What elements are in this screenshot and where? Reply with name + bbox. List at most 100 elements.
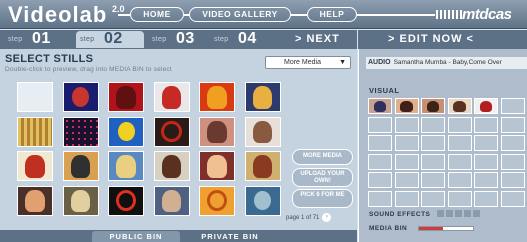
still-thumbnail[interactable] (199, 82, 235, 112)
still-thumbnail[interactable] (244, 82, 281, 112)
visual-slot[interactable] (474, 135, 498, 152)
still-thumbnail[interactable] (153, 82, 190, 112)
visual-slot[interactable] (447, 135, 472, 152)
audio-track-field[interactable]: AUDIO Samantha Mumba - Baby,Come Over (366, 57, 527, 69)
visual-slot[interactable] (421, 135, 445, 152)
visual-slot[interactable] (500, 191, 525, 207)
thumbnail-image (206, 189, 228, 212)
media-dropdown[interactable]: More Media ▼ (265, 56, 351, 69)
still-thumbnail[interactable] (108, 116, 144, 147)
nav-divider (118, 14, 130, 16)
visual-slot[interactable] (474, 98, 498, 114)
visual-slot[interactable] (368, 98, 392, 114)
more-media-button[interactable]: MORE MEDIA (292, 149, 353, 165)
next-button[interactable]: > NEXT (295, 33, 340, 45)
thumbnail-image (400, 100, 413, 112)
visual-slot[interactable] (474, 153, 498, 170)
thumbnail-image (18, 117, 52, 146)
visual-slot[interactable] (500, 116, 525, 133)
sound-effect-slot[interactable] (455, 210, 462, 217)
thumbnail-image (252, 155, 272, 178)
visual-slot[interactable] (368, 116, 392, 133)
upload-your-own-button[interactable]: UPLOAD YOUR OWN! (292, 168, 353, 187)
still-thumbnail[interactable] (62, 185, 99, 216)
visual-slot[interactable] (368, 153, 392, 170)
thumbnail-image (63, 117, 98, 146)
still-thumbnail[interactable] (153, 116, 190, 147)
visual-slot[interactable] (394, 153, 419, 170)
visual-slot[interactable] (500, 135, 525, 152)
visual-slot[interactable] (394, 98, 419, 114)
visual-slot[interactable] (447, 116, 472, 133)
visual-slot[interactable] (421, 172, 445, 189)
visual-slot[interactable] (500, 153, 525, 170)
step-04-tab[interactable]: step 04 (210, 30, 278, 48)
private-bin-tab[interactable]: PRIVATE BIN (185, 231, 275, 242)
thumbnail-image (70, 189, 90, 213)
still-thumbnail[interactable] (108, 82, 144, 112)
visual-slot[interactable] (500, 172, 525, 189)
still-thumbnail[interactable] (153, 151, 190, 181)
visual-slot[interactable] (368, 191, 392, 207)
visual-slot[interactable] (421, 191, 445, 207)
still-thumbnail[interactable] (244, 185, 281, 216)
sound-effect-slot[interactable] (446, 210, 453, 217)
visual-slot[interactable] (447, 98, 472, 114)
visual-slot[interactable] (447, 153, 472, 170)
nav-help-button[interactable]: HELP (307, 7, 357, 22)
still-thumbnail[interactable] (244, 116, 281, 147)
nav-divider (357, 14, 435, 16)
still-thumbnail[interactable] (108, 185, 144, 216)
pick-6-for-me-button[interactable]: PICK 6 FOR ME (292, 189, 353, 208)
next-page-icon[interactable]: › (322, 213, 332, 222)
visual-slot[interactable] (447, 191, 472, 207)
visual-slot[interactable] (368, 135, 392, 152)
visual-slot[interactable] (447, 172, 472, 189)
sound-effect-slot[interactable] (473, 210, 480, 217)
public-bin-tab[interactable]: PUBLIC BIN (92, 231, 180, 242)
still-thumbnail[interactable] (199, 185, 235, 216)
media-bin-progress-fill (419, 227, 444, 230)
still-thumbnail[interactable] (108, 151, 144, 181)
sound-effect-slot[interactable] (437, 210, 444, 217)
step-02-tab[interactable]: step 02 (76, 30, 144, 48)
nav-video-gallery-button[interactable]: VIDEO GALLERY (189, 7, 291, 22)
still-thumbnail[interactable] (17, 151, 53, 181)
sound-effect-slot[interactable] (464, 210, 471, 217)
nav-home-button[interactable]: HOME (130, 7, 184, 22)
still-thumbnail[interactable] (62, 116, 99, 147)
still-thumbnail[interactable] (17, 185, 53, 216)
step-01-tab[interactable]: step 01 (4, 30, 72, 48)
visual-slot[interactable] (421, 98, 445, 114)
visual-slot[interactable] (394, 135, 419, 152)
step-03-tab[interactable]: step 03 (148, 30, 216, 48)
still-thumbnail[interactable] (62, 151, 99, 181)
visual-slot[interactable] (394, 116, 419, 133)
visual-slot[interactable] (474, 191, 498, 207)
still-thumbnail[interactable] (199, 151, 235, 181)
visual-slot[interactable] (394, 172, 419, 189)
visual-slot[interactable] (368, 172, 392, 189)
thumbnail-image (373, 100, 387, 112)
thumbnail-image (207, 155, 227, 178)
still-thumbnail[interactable] (17, 116, 53, 147)
panel-instructions: Double-click to preview, drag into MEDIA… (5, 66, 172, 73)
still-thumbnail[interactable] (17, 82, 53, 112)
visual-slot[interactable] (421, 153, 445, 170)
still-thumbnail[interactable] (199, 116, 235, 147)
still-thumbnail[interactable] (62, 82, 99, 112)
app-logo[interactable]: Videolab 2.0 (8, 2, 125, 27)
thumbnail-image (252, 120, 272, 144)
top-bar: Videolab 2.0 HOME VIDEO GALLERY HELP mtd… (0, 0, 527, 29)
visual-slot[interactable] (474, 172, 498, 189)
thumbnail-image (252, 86, 272, 109)
still-thumbnail[interactable] (244, 151, 281, 181)
visual-slot[interactable] (474, 116, 498, 133)
thumbnail-image (25, 189, 45, 213)
still-thumbnail[interactable] (153, 185, 190, 216)
visual-label: VISUAL (369, 86, 400, 95)
visual-slot[interactable] (421, 116, 445, 133)
brand-logo[interactable]: mtdcas (436, 6, 512, 23)
visual-slot[interactable] (500, 98, 525, 114)
visual-slot[interactable] (394, 191, 419, 207)
